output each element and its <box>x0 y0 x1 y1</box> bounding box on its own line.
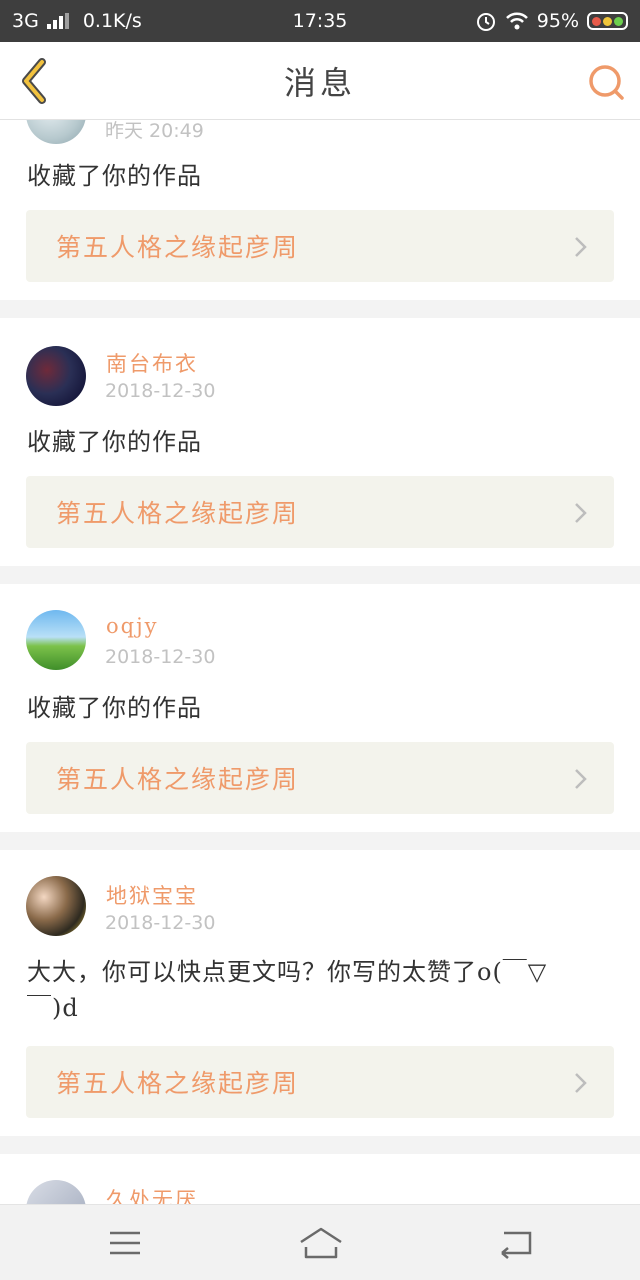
network-speed: 0.1K/s <box>82 10 142 32</box>
avatar[interactable] <box>26 120 86 144</box>
avatar[interactable] <box>26 1180 86 1204</box>
alarm-icon <box>476 13 495 31</box>
chevron-right-icon <box>575 1073 587 1093</box>
avatar[interactable] <box>26 610 86 670</box>
avatar[interactable] <box>26 346 86 406</box>
work-title: 第五人格之缘起彦周 <box>56 499 300 528</box>
username[interactable]: 地狱宝宝 <box>106 880 198 910</box>
system-nav-bar <box>0 1204 640 1280</box>
work-title: 第五人格之缘起彦周 <box>56 1069 300 1098</box>
work-link[interactable]: 第五人格之缘起彦周 <box>26 742 614 814</box>
message-card: 昨天 20:49 收藏了你的作品 第五人格之缘起彦周 <box>0 120 640 300</box>
chevron-right-icon <box>575 237 587 257</box>
network-type: 3G <box>12 10 39 32</box>
chevron-left-icon[interactable] <box>16 58 56 104</box>
username[interactable]: 南台布衣 <box>106 348 198 378</box>
timestamp: 2018-12-30 <box>105 912 216 934</box>
signal-icon <box>46 13 69 29</box>
work-link[interactable]: 第五人格之缘起彦周 <box>26 1046 614 1118</box>
work-link[interactable]: 第五人格之缘起彦周 <box>26 476 614 548</box>
message-card: 久处无厌 <box>0 1154 640 1204</box>
timestamp: 昨天 20:49 <box>105 120 204 142</box>
avatar[interactable] <box>26 876 86 936</box>
page-title: 消息 <box>283 63 356 102</box>
battery-percent: 95% <box>536 10 579 32</box>
message-card: oqjy 2018-12-30 收藏了你的作品 第五人格之缘起彦周 <box>0 584 640 832</box>
message-text: 收藏了你的作品 <box>27 694 202 722</box>
work-title: 第五人格之缘起彦周 <box>56 765 300 794</box>
status-bar: 3G 0.1K/s 17:35 95% <box>0 0 640 42</box>
username[interactable]: 久处无厌 <box>106 1184 198 1204</box>
message-feed[interactable]: 昨天 20:49 收藏了你的作品 第五人格之缘起彦周 南台布衣 2018-12-… <box>0 120 640 1204</box>
battery-icon <box>587 12 628 30</box>
message-card: 地狱宝宝 2018-12-30 大大，你可以快点更文吗？你写的太赞了o(￣▽￣)… <box>0 850 640 1136</box>
message-text: 收藏了你的作品 <box>27 162 202 190</box>
chevron-right-icon <box>575 503 587 523</box>
username[interactable]: oqjy <box>106 614 158 638</box>
timestamp: 2018-12-30 <box>105 646 216 668</box>
wifi-icon <box>505 12 528 30</box>
search-icon[interactable] <box>586 62 626 102</box>
timestamp: 2018-12-30 <box>105 380 216 402</box>
message-text: 大大，你可以快点更文吗？你写的太赞了o(￣▽￣)d <box>27 958 548 1022</box>
message-text: 收藏了你的作品 <box>27 428 202 456</box>
work-title: 第五人格之缘起彦周 <box>56 233 300 262</box>
work-link[interactable]: 第五人格之缘起彦周 <box>26 210 614 282</box>
header: 消息 <box>0 42 640 120</box>
menu-icon[interactable] <box>106 1225 146 1261</box>
back-icon[interactable] <box>496 1225 536 1261</box>
chevron-right-icon <box>575 769 587 789</box>
home-icon[interactable] <box>298 1225 344 1261</box>
message-card: 南台布衣 2018-12-30 收藏了你的作品 第五人格之缘起彦周 <box>0 318 640 566</box>
